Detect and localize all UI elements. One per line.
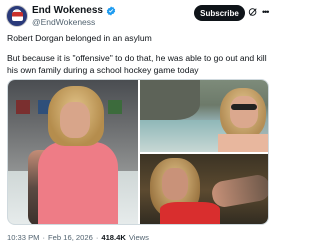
post-header: End Wokeness @EndWokeness Subscribe ••• [0, 0, 276, 34]
author-handle[interactable]: @EndWokeness [32, 17, 95, 27]
views-label: Views [128, 233, 149, 242]
post-text-line2: But because it is "offensive" to do that… [7, 53, 267, 75]
photo-hockey-rink[interactable] [8, 80, 138, 224]
views-count: 418.4K [101, 233, 126, 242]
media-grid [7, 79, 269, 225]
author-display-name[interactable]: End Wokeness [32, 5, 103, 16]
post-text-line1: Robert Dorgan belonged in an asylum [7, 33, 152, 43]
verified-badge-icon [106, 5, 116, 16]
meta-separator: · [95, 233, 99, 242]
meta-separator: · [42, 233, 46, 242]
post-date[interactable]: Feb 16, 2026 [48, 233, 93, 242]
photo-river[interactable] [140, 80, 268, 152]
photo-selfie[interactable] [140, 154, 268, 224]
more-icon[interactable]: ••• [262, 8, 270, 17]
avatar[interactable] [6, 5, 28, 27]
post-time[interactable]: 10:33 PM [7, 233, 40, 242]
post-meta: 10:33 PM · Feb 16, 2026 · 418.4K Views [7, 233, 149, 242]
grok-icon[interactable] [248, 7, 258, 17]
author-name-row[interactable]: End Wokeness [32, 5, 116, 16]
subscribe-button[interactable]: Subscribe [194, 5, 245, 21]
